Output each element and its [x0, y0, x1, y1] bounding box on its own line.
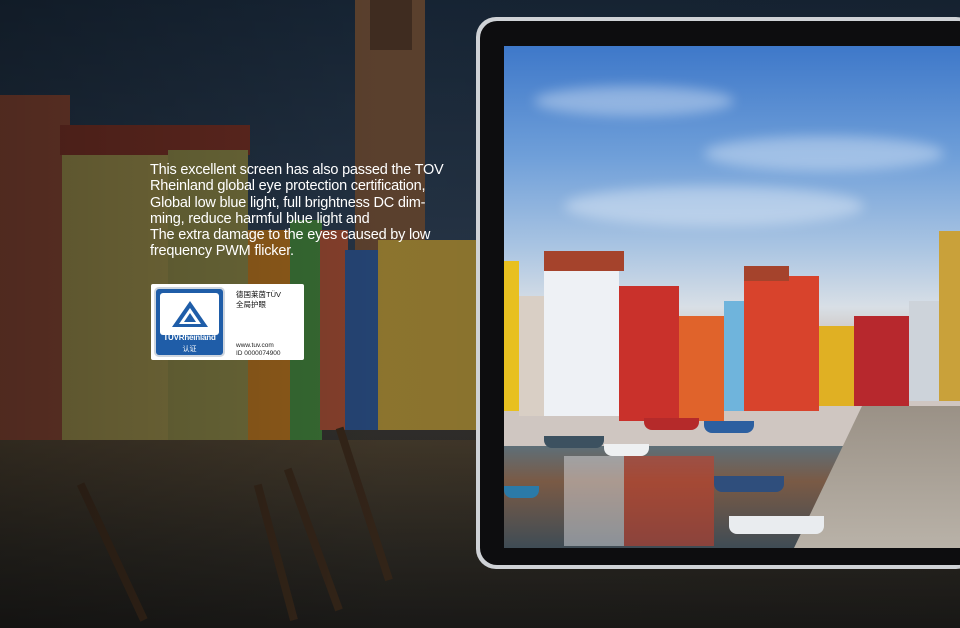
tuv-cert-label: 认证	[182, 346, 197, 353]
tuv-logo: TÜVRheinland 认证	[154, 287, 225, 357]
boat	[704, 421, 754, 433]
screen-building	[909, 301, 939, 401]
description-line: The extra damage to the eyes caused by l…	[150, 227, 431, 244]
description-line: This excellent screen has also passed th…	[150, 162, 444, 178]
certification-description: This excellent screen has also passed th…	[150, 162, 450, 260]
tuv-certification-badge: TÜVRheinland 认证 德国莱茵TÜV 全局护眼 www.tuv.com…	[151, 284, 304, 360]
screen-building	[504, 261, 519, 411]
tablet-device	[476, 17, 960, 569]
screen-roof	[544, 251, 624, 271]
screen-building	[939, 231, 960, 401]
tablet-screen	[504, 46, 960, 548]
boat	[714, 476, 784, 492]
boat	[504, 486, 539, 498]
screen-building	[724, 301, 744, 411]
badge-id: ID 0000074900	[236, 349, 281, 357]
tuv-brand-name: TÜVRheinland	[163, 333, 216, 342]
screen-building	[819, 326, 854, 406]
tuv-triangle-icon	[171, 301, 208, 327]
screen-building	[744, 276, 819, 411]
description-line: Global low blue light, full brightness D…	[150, 194, 426, 211]
boat	[644, 418, 699, 430]
badge-url: www.tuv.com	[236, 342, 274, 349]
boat	[729, 516, 824, 534]
badge-id-info: www.tuv.com ID 0000074900	[236, 342, 280, 357]
description-line: ming, reduce harmful blue light and	[150, 210, 370, 227]
screen-building	[679, 316, 724, 421]
badge-chinese-text: 德国莱茵TÜV 全局护眼	[236, 290, 281, 309]
screen-roof	[744, 266, 789, 281]
screen-building	[854, 316, 909, 406]
boat	[604, 444, 649, 456]
tablet-bezel	[480, 21, 960, 565]
description-line: Rheinland global eye protection certific…	[150, 178, 426, 195]
screen-building	[544, 266, 619, 416]
boat	[544, 436, 604, 448]
description-line: frequency PWM flicker.	[150, 243, 294, 260]
screen-building	[619, 286, 679, 421]
